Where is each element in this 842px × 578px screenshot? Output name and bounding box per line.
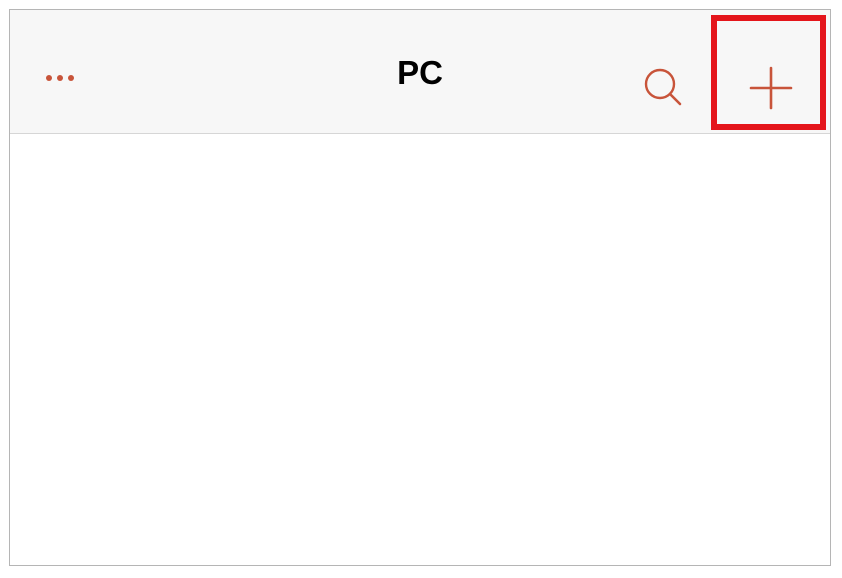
search-icon	[644, 68, 682, 106]
more-icon-dot	[68, 75, 74, 81]
navigation-bar: PC	[10, 10, 830, 134]
add-button[interactable]	[739, 56, 803, 120]
more-icon-dot	[46, 75, 52, 81]
more-button[interactable]	[40, 66, 80, 90]
more-icon-dot	[57, 75, 63, 81]
plus-icon	[749, 66, 793, 110]
search-button[interactable]	[638, 62, 686, 110]
app-window: PC	[9, 9, 831, 566]
page-title: PC	[397, 54, 443, 91]
file-list-area	[10, 134, 830, 565]
